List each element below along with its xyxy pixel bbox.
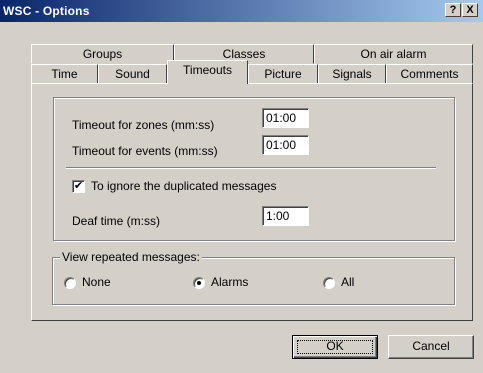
tab-groups[interactable]: Groups <box>31 44 174 64</box>
radio-all-label: All <box>341 275 355 289</box>
radio-selected-dot <box>197 281 201 285</box>
tab-sound[interactable]: Sound <box>98 64 167 84</box>
view-repeated-frame <box>52 257 455 305</box>
tab-time[interactable]: Time <box>31 64 98 84</box>
tab-comments[interactable]: Comments <box>386 64 473 84</box>
events-timeout-field[interactable]: 01:00 <box>262 135 309 155</box>
radio-alarms[interactable] <box>193 277 205 289</box>
radio-all[interactable] <box>323 277 335 289</box>
deaf-time-label: Deaf time (m:ss) <box>72 214 161 228</box>
help-button[interactable]: ? <box>445 3 461 17</box>
zones-timeout-field[interactable]: 01:00 <box>262 108 309 128</box>
cancel-button-label: Cancel <box>412 339 450 353</box>
ignore-duplicates-checkbox[interactable]: ✔ <box>72 180 85 193</box>
deaf-time-field[interactable]: 1:00 <box>262 206 309 226</box>
close-button[interactable]: X <box>462 3 478 17</box>
window-title: WSC - Options <box>3 4 90 18</box>
check-icon: ✔ <box>73 180 84 192</box>
tab-on-air-alarm[interactable]: On air alarm <box>314 44 473 64</box>
separator <box>66 167 436 169</box>
tab-signals[interactable]: Signals <box>318 64 386 84</box>
zones-timeout-label: Timeout for zones (mm:ss) <box>72 118 215 132</box>
radio-alarms-label: Alarms <box>211 275 249 289</box>
radio-none[interactable] <box>64 277 76 289</box>
radio-none-label: None <box>82 275 111 289</box>
cancel-button[interactable]: Cancel <box>388 335 474 359</box>
ignore-duplicates-label: To ignore the duplicated messages <box>91 179 277 193</box>
ok-button-label: OK <box>326 339 344 353</box>
view-repeated-legend: View repeated messages: <box>60 250 202 264</box>
title-bar: WSC - Options ? X <box>0 0 483 22</box>
ok-button[interactable]: OK <box>292 335 378 359</box>
tab-picture[interactable]: Picture <box>248 64 318 84</box>
events-timeout-label: Timeout for events (mm:ss) <box>72 144 218 158</box>
tab-timeouts[interactable]: Timeouts <box>167 60 248 84</box>
